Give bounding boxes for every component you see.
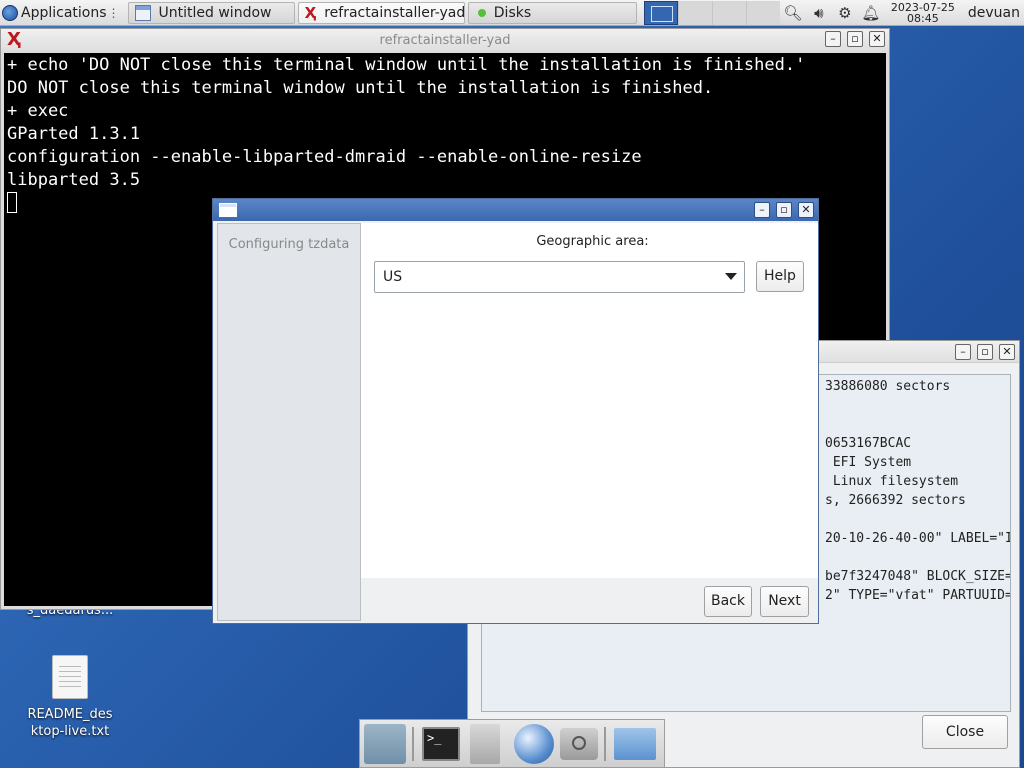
text-file-icon[interactable] bbox=[52, 655, 88, 699]
terminal-line: + echo 'DO NOT close this terminal windo… bbox=[7, 55, 806, 75]
installer-sidebar: Configuring tzdata bbox=[217, 223, 361, 621]
geographic-area-select[interactable]: US bbox=[374, 261, 745, 293]
installer-content: Geographic area: US Help bbox=[361, 223, 818, 578]
terminal-icon[interactable]: >_ bbox=[422, 726, 460, 761]
applications-menu-marker: ⋮ bbox=[107, 5, 120, 20]
devuan-logo-icon bbox=[2, 4, 18, 21]
disk-info-line bbox=[825, 548, 1004, 567]
refracta-icon: Ҳ bbox=[304, 3, 317, 22]
top-panel: Applications ⋮ Untitled window Ҳ refract… bbox=[0, 0, 1024, 26]
workspace-4[interactable] bbox=[745, 0, 780, 25]
notification-bell-icon[interactable]: 🔔︎ bbox=[858, 4, 884, 22]
applications-menu-button[interactable]: Applications ⋮ bbox=[0, 0, 124, 26]
workspace-2[interactable] bbox=[677, 0, 712, 25]
volume-icon[interactable]: 🔊︎ bbox=[806, 4, 832, 22]
applications-label: Applications bbox=[21, 4, 107, 21]
close-button[interactable]: ✕ bbox=[869, 31, 885, 47]
window-icon bbox=[219, 203, 237, 217]
disk-info-line bbox=[825, 396, 1004, 415]
terminal-cursor bbox=[7, 192, 17, 213]
maximize-button[interactable]: ▫ bbox=[847, 31, 863, 47]
dock-separator bbox=[412, 726, 414, 761]
taskbar-item-disks[interactable]: Disks bbox=[467, 1, 637, 24]
clock[interactable]: 2023-07-25 08:45 bbox=[884, 2, 962, 24]
installer-titlebar[interactable]: – ▫ ✕ bbox=[213, 199, 818, 221]
refracta-icon: Ҳ bbox=[7, 29, 21, 50]
maximize-button[interactable]: ▫ bbox=[776, 202, 792, 218]
disks-status-icon bbox=[477, 8, 486, 17]
minimize-button[interactable]: – bbox=[825, 31, 841, 47]
terminal-line: libparted 3.5 bbox=[7, 170, 141, 190]
workspace-1[interactable] bbox=[643, 0, 678, 25]
window-icon bbox=[134, 4, 151, 21]
disk-info-line: 33886080 sectors bbox=[825, 379, 951, 394]
home-folder-icon[interactable] bbox=[364, 723, 406, 764]
disk-info-line: 20-10-26-40-00" LABEL="I bbox=[825, 531, 1011, 546]
taskbar-item-label: Untitled window bbox=[158, 4, 272, 21]
close-button[interactable]: ✕ bbox=[999, 344, 1015, 360]
current-step-label: Configuring tzdata bbox=[228, 237, 350, 252]
taskbar-item-label: Disks bbox=[493, 4, 532, 21]
minimize-button[interactable]: – bbox=[955, 344, 971, 360]
network-icon[interactable]: ⚙︎ bbox=[832, 4, 858, 22]
system-tray: 🔍︎ 🔊︎ ⚙︎ 🔔︎ 2023-07-25 08:45 devuan bbox=[780, 0, 1024, 26]
disk-info-line: be7f3247048" BLOCK_SIZE= bbox=[825, 569, 1011, 584]
web-browser-icon[interactable] bbox=[514, 723, 554, 764]
selected-area-value: US bbox=[383, 269, 403, 285]
minimize-button[interactable]: – bbox=[754, 202, 770, 218]
installer-footer: Back Next bbox=[361, 578, 818, 623]
terminal-line: + exec bbox=[7, 101, 69, 121]
next-button[interactable]: Next bbox=[760, 586, 809, 617]
disk-info-line: Linux filesystem bbox=[825, 474, 959, 489]
workspace-3[interactable] bbox=[711, 0, 746, 25]
clock-date: 2023-07-25 bbox=[890, 0, 955, 14]
workspace-pager bbox=[643, 0, 780, 26]
disk-info-line bbox=[825, 415, 1004, 434]
desktop-icon-readme[interactable]: README_des ktop-live.txt bbox=[10, 706, 130, 740]
terminal-titlebar[interactable]: Ҳ refractainstaller-yad – ▫ ✕ bbox=[1, 29, 889, 51]
window-title: refractainstaller-yad bbox=[379, 32, 511, 48]
help-button[interactable]: Help bbox=[756, 261, 804, 292]
file-cabinet-icon[interactable] bbox=[470, 723, 500, 764]
readme-label-line1: README_des bbox=[27, 707, 113, 722]
dock-separator bbox=[604, 726, 606, 761]
close-button[interactable]: ✕ bbox=[798, 202, 814, 218]
installer-dialog: – ▫ ✕ Configuring tzdata Geographic area… bbox=[212, 198, 819, 624]
taskbar-item-untitled-window[interactable]: Untitled window bbox=[127, 1, 295, 24]
readme-label-line2: ktop-live.txt bbox=[30, 724, 110, 739]
disk-info-line: 0653167BCAC bbox=[825, 436, 912, 451]
terminal-line: GParted 1.3.1 bbox=[7, 124, 141, 144]
maximize-button[interactable]: ▫ bbox=[977, 344, 993, 360]
clock-time: 08:45 bbox=[907, 11, 939, 25]
chevron-down-icon bbox=[725, 273, 737, 280]
search-icon[interactable] bbox=[560, 727, 598, 760]
disk-info-line: 2" TYPE="vfat" PARTUUID= bbox=[825, 588, 1011, 603]
back-button[interactable]: Back bbox=[704, 586, 752, 617]
taskbar-item-refractainstaller[interactable]: Ҳ refractainstaller-yad bbox=[297, 1, 465, 24]
terminal-line: configuration --enable-libparted-dmraid … bbox=[7, 147, 642, 167]
search-icon[interactable]: 🔍︎ bbox=[780, 4, 806, 22]
disk-info-line: EFI System bbox=[825, 455, 912, 470]
disk-info-line: s, 2666392 sectors bbox=[825, 493, 966, 508]
taskbar-item-label: refractainstaller-yad bbox=[324, 4, 465, 21]
close-dialog-button[interactable]: Close bbox=[922, 715, 1008, 749]
terminal-line: DO NOT close this terminal window until … bbox=[7, 78, 714, 98]
folder-icon[interactable] bbox=[614, 727, 656, 760]
user-name[interactable]: devuan bbox=[962, 5, 1024, 21]
disk-info-line bbox=[825, 510, 1004, 529]
launcher-dock: >_ bbox=[359, 719, 665, 768]
geographic-area-label: Geographic area: bbox=[536, 234, 649, 249]
